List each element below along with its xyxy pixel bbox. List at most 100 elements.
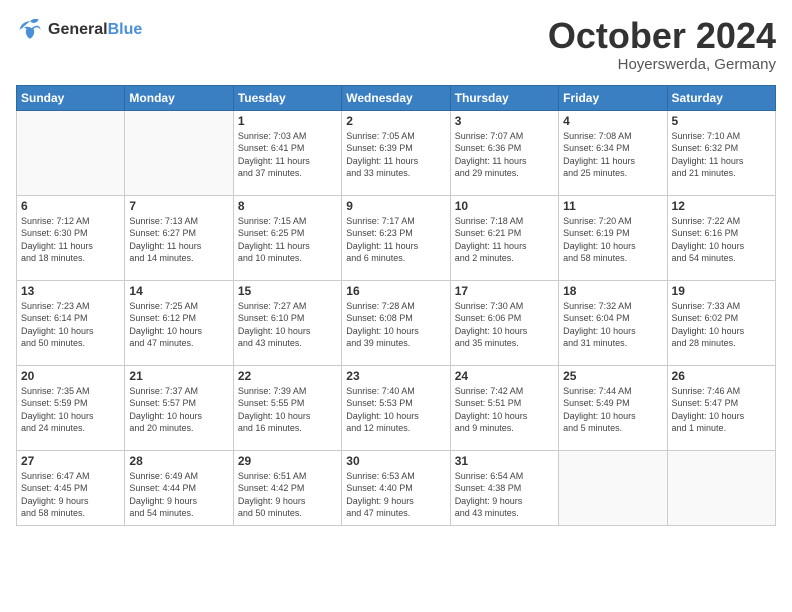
day-number: 6: [21, 199, 120, 213]
calendar-week-4: 20 Sunrise: 7:35 AMSunset: 5:59 PMDayligh…: [17, 365, 776, 450]
calendar-cell: 26Sunrise: 7:46 AMSunset: 5:47 PMDayligh…: [667, 365, 775, 450]
calendar-cell: 9 Sunrise: 7:17 AMSunset: 6:23 PMDaylight…: [342, 195, 450, 280]
day-info: Sunrise: 7:13 AMSunset: 6:27 PMDaylight:…: [129, 215, 228, 265]
day-info: Sunrise: 7:15 AMSunset: 6:25 PMDaylight:…: [238, 215, 337, 265]
calendar-cell: 25 Sunrise: 7:44 AMSunset: 5:49 PMDayligh…: [559, 365, 667, 450]
day-number: 9: [346, 199, 445, 213]
calendar-cell: 29 Sunrise: 6:51 AMSunset: 4:42 PMDayligh…: [233, 450, 341, 525]
day-number: 3: [455, 114, 554, 128]
day-number: 19: [672, 284, 771, 298]
col-saturday: Saturday: [667, 85, 775, 110]
day-info: Sunrise: 7:37 AMSunset: 5:57 PMDaylight:…: [129, 385, 228, 435]
calendar-cell: 24 Sunrise: 7:42 AMSunset: 5:51 PMDayligh…: [450, 365, 558, 450]
header-row: Sunday Monday Tuesday Wednesday Thursday…: [17, 85, 776, 110]
day-info: Sunrise: 7:05 AMSunset: 6:39 PMDaylight:…: [346, 130, 445, 180]
day-info: Sunrise: 7:08 AMSunset: 6:34 PMDaylight:…: [563, 130, 662, 180]
day-info: Sunrise: 7:42 AMSunset: 5:51 PMDaylight:…: [455, 385, 554, 435]
day-number: 7: [129, 199, 228, 213]
day-info: Sunrise: 7:33 AMSunset: 6:02 PMDaylight:…: [672, 300, 771, 350]
day-number: 8: [238, 199, 337, 213]
logo: GeneralBlue: [16, 16, 142, 44]
day-info: Sunrise: 7:35 AMSunset: 5:59 PMDaylight:…: [21, 385, 120, 435]
calendar-cell: 27Sunrise: 6:47 AMSunset: 4:45 PMDayligh…: [17, 450, 125, 525]
day-number: 16: [346, 284, 445, 298]
calendar-cell: 17 Sunrise: 7:30 AMSunset: 6:06 PMDayligh…: [450, 280, 558, 365]
calendar-cell: 1 Sunrise: 7:03 AMSunset: 6:41 PMDaylight…: [233, 110, 341, 195]
day-number: 22: [238, 369, 337, 383]
day-number: 26: [672, 369, 771, 383]
col-thursday: Thursday: [450, 85, 558, 110]
day-info: Sunrise: 6:51 AMSunset: 4:42 PMDaylight:…: [238, 470, 337, 520]
day-number: 24: [455, 369, 554, 383]
calendar-cell: 14 Sunrise: 7:25 AMSunset: 6:12 PMDayligh…: [125, 280, 233, 365]
calendar-cell: 13 Sunrise: 7:23 AMSunset: 6:14 PMDayligh…: [17, 280, 125, 365]
day-number: 12: [672, 199, 771, 213]
day-number: 20: [21, 369, 120, 383]
day-info: Sunrise: 6:54 AMSunset: 4:38 PMDaylight:…: [455, 470, 554, 520]
day-info: Sunrise: 7:30 AMSunset: 6:06 PMDaylight:…: [455, 300, 554, 350]
day-info: Sunrise: 7:28 AMSunset: 6:08 PMDaylight:…: [346, 300, 445, 350]
day-info: Sunrise: 7:25 AMSunset: 6:12 PMDaylight:…: [129, 300, 228, 350]
col-monday: Monday: [125, 85, 233, 110]
calendar-week-2: 6 Sunrise: 7:12 AMSunset: 6:30 PMDaylight…: [17, 195, 776, 280]
calendar-cell: 5 Sunrise: 7:10 AMSunset: 6:32 PMDaylight…: [667, 110, 775, 195]
day-number: 1: [238, 114, 337, 128]
day-number: 15: [238, 284, 337, 298]
col-friday: Friday: [559, 85, 667, 110]
logo-icon: [16, 16, 44, 44]
calendar-cell: 3 Sunrise: 7:07 AMSunset: 6:36 PMDaylight…: [450, 110, 558, 195]
day-info: Sunrise: 7:44 AMSunset: 5:49 PMDaylight:…: [563, 385, 662, 435]
calendar-cell: [125, 110, 233, 195]
calendar-cell: 28 Sunrise: 6:49 AMSunset: 4:44 PMDayligh…: [125, 450, 233, 525]
day-number: 5: [672, 114, 771, 128]
day-info: Sunrise: 7:22 AMSunset: 6:16 PMDaylight:…: [672, 215, 771, 265]
calendar-cell: 30Sunrise: 6:53 AMSunset: 4:40 PMDayligh…: [342, 450, 450, 525]
day-info: Sunrise: 7:23 AMSunset: 6:14 PMDaylight:…: [21, 300, 120, 350]
day-info: Sunrise: 6:53 AMSunset: 4:40 PMDaylight:…: [346, 470, 445, 520]
calendar-cell: 2 Sunrise: 7:05 AMSunset: 6:39 PMDaylight…: [342, 110, 450, 195]
day-info: Sunrise: 6:49 AMSunset: 4:44 PMDaylight:…: [129, 470, 228, 520]
calendar-cell: 20 Sunrise: 7:35 AMSunset: 5:59 PMDayligh…: [17, 365, 125, 450]
day-number: 29: [238, 454, 337, 468]
day-number: 17: [455, 284, 554, 298]
calendar-cell: 31 Sunrise: 6:54 AMSunset: 4:38 PMDayligh…: [450, 450, 558, 525]
calendar-cell: 10Sunrise: 7:18 AMSunset: 6:21 PMDayligh…: [450, 195, 558, 280]
calendar-cell: 15Sunrise: 7:27 AMSunset: 6:10 PMDayligh…: [233, 280, 341, 365]
day-number: 2: [346, 114, 445, 128]
header: GeneralBlue October 2024 Hoyerswerda, Ge…: [16, 16, 776, 73]
col-wednesday: Wednesday: [342, 85, 450, 110]
calendar-table: Sunday Monday Tuesday Wednesday Thursday…: [16, 85, 776, 526]
day-info: Sunrise: 7:03 AMSunset: 6:41 PMDaylight:…: [238, 130, 337, 180]
page-container: GeneralBlue October 2024 Hoyerswerda, Ge…: [0, 0, 792, 534]
day-number: 11: [563, 199, 662, 213]
calendar-cell: [17, 110, 125, 195]
logo-text: GeneralBlue: [48, 21, 142, 39]
day-info: Sunrise: 7:10 AMSunset: 6:32 PMDaylight:…: [672, 130, 771, 180]
day-number: 13: [21, 284, 120, 298]
calendar-cell: 11 Sunrise: 7:20 AMSunset: 6:19 PMDayligh…: [559, 195, 667, 280]
calendar-cell: 12 Sunrise: 7:22 AMSunset: 6:16 PMDayligh…: [667, 195, 775, 280]
day-info: Sunrise: 7:07 AMSunset: 6:36 PMDaylight:…: [455, 130, 554, 180]
calendar-cell: 23Sunrise: 7:40 AMSunset: 5:53 PMDayligh…: [342, 365, 450, 450]
day-info: Sunrise: 7:12 AMSunset: 6:30 PMDaylight:…: [21, 215, 120, 265]
day-info: Sunrise: 6:47 AMSunset: 4:45 PMDaylight:…: [21, 470, 120, 520]
day-info: Sunrise: 7:17 AMSunset: 6:23 PMDaylight:…: [346, 215, 445, 265]
calendar-cell: 22 Sunrise: 7:39 AMSunset: 5:55 PMDayligh…: [233, 365, 341, 450]
calendar-cell: 16 Sunrise: 7:28 AMSunset: 6:08 PMDayligh…: [342, 280, 450, 365]
col-tuesday: Tuesday: [233, 85, 341, 110]
day-number: 18: [563, 284, 662, 298]
day-number: 21: [129, 369, 228, 383]
day-info: Sunrise: 7:20 AMSunset: 6:19 PMDaylight:…: [563, 215, 662, 265]
day-number: 28: [129, 454, 228, 468]
day-number: 25: [563, 369, 662, 383]
day-number: 31: [455, 454, 554, 468]
calendar-week-5: 27Sunrise: 6:47 AMSunset: 4:45 PMDayligh…: [17, 450, 776, 525]
day-number: 14: [129, 284, 228, 298]
day-info: Sunrise: 7:39 AMSunset: 5:55 PMDaylight:…: [238, 385, 337, 435]
calendar-cell: 4Sunrise: 7:08 AMSunset: 6:34 PMDaylight…: [559, 110, 667, 195]
calendar-cell: [559, 450, 667, 525]
calendar-cell: 19 Sunrise: 7:33 AMSunset: 6:02 PMDayligh…: [667, 280, 775, 365]
calendar-cell: [667, 450, 775, 525]
calendar-cell: 8 Sunrise: 7:15 AMSunset: 6:25 PMDaylight…: [233, 195, 341, 280]
month-title: October 2024: [548, 16, 776, 56]
